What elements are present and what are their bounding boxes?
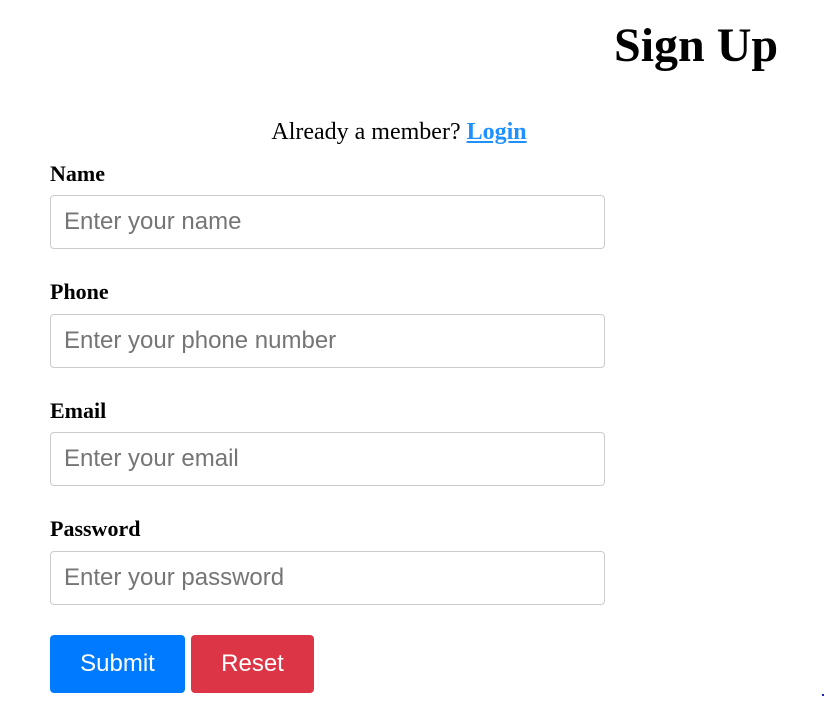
name-label: Name [50,161,105,186]
login-prompt: Already a member? Login [50,118,748,146]
corner-dot [822,694,824,696]
login-prompt-text: Already a member? [271,119,467,145]
email-input[interactable] [50,432,605,486]
page-title: Sign Up [614,19,779,72]
submit-button[interactable]: Submit [50,635,185,693]
password-label: Password [50,516,141,541]
password-input[interactable] [50,551,605,605]
phone-input[interactable] [50,314,605,368]
reset-button[interactable]: Reset [191,635,314,693]
login-link[interactable]: Login [467,119,527,145]
email-label: Email [50,398,107,423]
phone-label: Phone [50,279,109,304]
name-input[interactable] [50,195,605,249]
